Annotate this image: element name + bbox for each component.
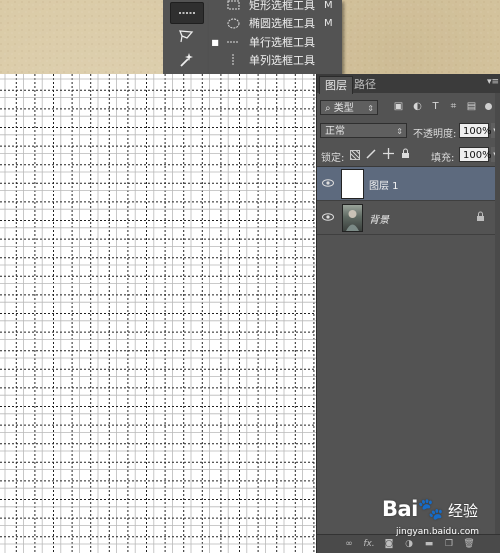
watermark-title: 经验: [448, 502, 479, 520]
layers-panel: 图层 路径 ▾≡ ⌕ 类型 ⇕ ▣ ◐ T ⌗ ▤ 正常 ⇕ 不透明度: 100…: [316, 74, 500, 553]
flyout-item-label: 椭圆选框工具: [249, 17, 315, 30]
layer-name[interactable]: 背景: [369, 211, 389, 226]
layer-thumbnail: [342, 204, 363, 232]
panel-menu-icon[interactable]: ▾≡: [487, 77, 499, 87]
eye-visibility-icon[interactable]: [321, 177, 335, 189]
lock-label: 锁定:: [321, 153, 345, 164]
active-bullet: ■: [211, 37, 219, 47]
shortcut-label: M: [324, 17, 333, 29]
chevron-updown-icon: ⇕: [396, 127, 403, 136]
magic-wand-tool-button[interactable]: [170, 50, 202, 70]
marquee-tool-flyout: 矩形选框工具 M 椭圆选框工具 M ■ 单行选框工具 单列选框工具: [209, 0, 342, 74]
blend-mode-select[interactable]: 正常 ⇕: [320, 123, 407, 138]
flyout-item-rect-marquee[interactable]: 矩形选框工具 M: [209, 0, 342, 14]
search-icon: ⌕: [325, 103, 334, 114]
polygonal-lasso-icon: [179, 30, 194, 43]
single-row-marquee-icon: [179, 12, 195, 14]
filter-kind-select[interactable]: ⌕ 类型 ⇕: [320, 100, 378, 115]
shape-filter-icon[interactable]: ⌗: [448, 101, 459, 112]
grid-overlay: [0, 74, 316, 553]
flyout-item-label: 矩形选框工具: [249, 0, 315, 12]
watermark-url: jingyan.baidu.com: [396, 527, 480, 537]
watermark-logo-text: Bai: [382, 497, 418, 521]
pixel-filter-icon[interactable]: ▣: [393, 101, 404, 112]
filter-toggle-icon[interactable]: [485, 103, 492, 110]
fill-input[interactable]: 100%: [459, 147, 492, 162]
panel-tab-bar: 图层 路径 ▾≡: [317, 74, 500, 94]
chevron-updown-icon: ⇕: [367, 104, 374, 113]
rect-marquee-icon: [227, 0, 239, 10]
flyout-item-ellipse-marquee[interactable]: 椭圆选框工具 M: [209, 14, 342, 32]
tools-panel: [163, 0, 210, 74]
portrait-thumbnail-icon: [346, 210, 359, 231]
opacity-input[interactable]: 100%: [459, 123, 492, 138]
fill-label: 填充:: [431, 153, 455, 164]
flyout-item-label: 单行选框工具: [249, 36, 315, 49]
layers-scrollbar[interactable]: [495, 93, 500, 534]
fx-icon[interactable]: fx.: [363, 539, 375, 549]
blend-mode-value: 正常: [325, 126, 345, 137]
watermark-logo: Bai🐾: [382, 497, 444, 522]
lasso-tool-button[interactable]: [170, 26, 202, 46]
adjustment-filter-icon[interactable]: ◐: [412, 101, 423, 112]
link-icon[interactable]: ∞: [343, 539, 355, 549]
flyout-item-single-column-marquee[interactable]: 单列选框工具: [209, 51, 342, 69]
flyout-item-label: 单列选框工具: [249, 54, 315, 67]
marquee-tool-button[interactable]: [170, 2, 204, 24]
opacity-label: 不透明度:: [413, 129, 457, 140]
eye-visibility-icon[interactable]: [321, 211, 335, 223]
magic-wand-icon: [180, 53, 193, 67]
smart-object-filter-icon[interactable]: ▤: [466, 101, 477, 112]
layer-row-background[interactable]: 背景: [317, 201, 495, 235]
lock-brush-icon[interactable]: [366, 148, 377, 159]
flyout-item-single-row-marquee[interactable]: ■ 单行选框工具: [209, 33, 342, 51]
baidu-jingyan-watermark: Bai🐾 经验 jingyan.baidu.com: [382, 497, 498, 553]
single-column-marquee-icon: [232, 54, 234, 66]
filter-kind-label: 类型: [333, 103, 354, 114]
type-filter-icon[interactable]: T: [430, 101, 441, 112]
lock-move-icon[interactable]: [383, 148, 394, 159]
shortcut-label: M: [324, 0, 333, 11]
paw-icon: 🐾: [417, 497, 444, 521]
single-row-marquee-icon: [227, 41, 239, 43]
lock-icon: [477, 211, 484, 221]
document-canvas[interactable]: [0, 74, 316, 553]
tab-layers[interactable]: 图层: [319, 76, 353, 94]
ellipse-marquee-icon: [227, 18, 239, 28]
tab-paths[interactable]: 路径: [349, 76, 381, 93]
lock-transparent-icon[interactable]: [350, 150, 360, 160]
layer-thumbnail: [342, 170, 363, 198]
lock-all-icon[interactable]: [401, 148, 410, 159]
layer-row-layer1[interactable]: 图层 1: [317, 167, 495, 201]
layer-name[interactable]: 图层 1: [369, 177, 399, 192]
